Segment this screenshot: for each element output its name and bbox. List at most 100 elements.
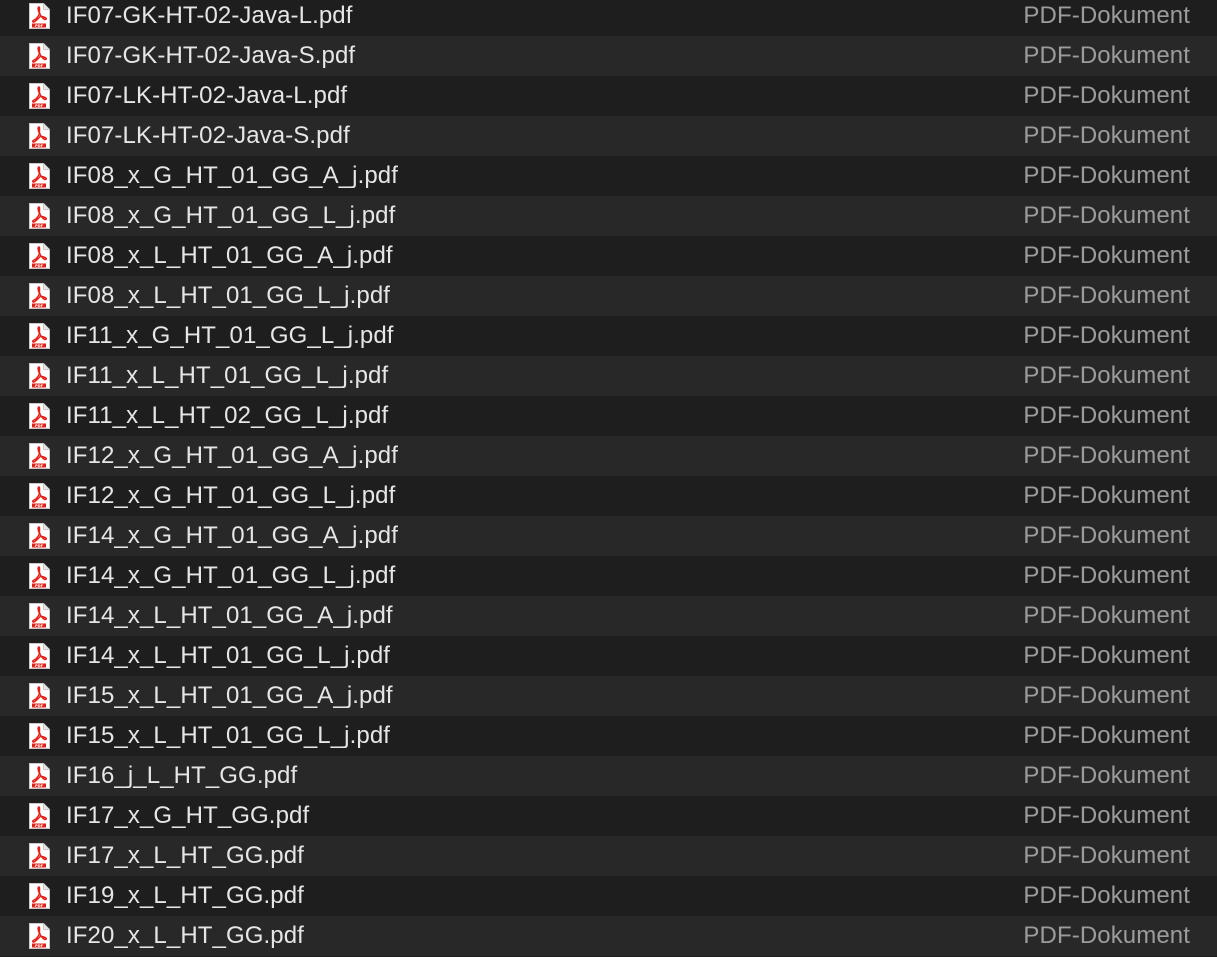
pdf-document-icon: PDF [28,763,51,789]
file-row[interactable]: PDF IF07-GK-HT-02-Java-L.pdf PDF-Dokumen… [0,0,1217,36]
file-row[interactable]: PDF IF19_x_L_HT_GG.pdf PDF-Dokument [0,876,1217,916]
svg-text:PDF: PDF [35,584,44,588]
pdf-document-icon: PDF [28,243,51,269]
svg-text:PDF: PDF [35,424,44,428]
pdf-document-icon: PDF [28,443,51,469]
file-name: IF14_x_L_HT_01_GG_L_j.pdf [66,642,391,669]
file-kind: PDF-Dokument [1023,602,1190,629]
svg-text:PDF: PDF [35,744,44,748]
file-name: IF17_x_L_HT_GG.pdf [66,842,304,869]
file-row[interactable]: PDF IF17_x_L_HT_GG.pdf PDF-Dokument [0,836,1217,876]
pdf-document-icon: PDF [28,323,51,349]
file-kind: PDF-Dokument [1023,642,1190,669]
file-row[interactable]: PDF IF08_x_G_HT_01_GG_L_j.pdf PDF-Dokume… [0,196,1217,236]
pdf-document-icon: PDF [28,603,51,629]
pdf-document-icon: PDF [28,363,51,389]
svg-text:PDF: PDF [35,504,44,508]
svg-text:PDF: PDF [35,344,44,348]
file-name: IF19_x_L_HT_GG.pdf [66,882,304,909]
file-row[interactable]: PDF IF15_x_L_HT_01_GG_L_j.pdf PDF-Dokume… [0,716,1217,756]
file-name: IF07-LK-HT-02-Java-S.pdf [66,122,350,149]
file-name: IF08_x_G_HT_01_GG_L_j.pdf [66,202,396,229]
file-name: IF20_x_L_HT_GG.pdf [66,922,304,949]
file-row[interactable]: PDF IF14_x_L_HT_01_GG_A_j.pdf PDF-Dokume… [0,596,1217,636]
svg-text:PDF: PDF [35,104,44,108]
file-name: IF15_x_L_HT_01_GG_L_j.pdf [66,722,391,749]
pdf-document-icon: PDF [28,563,51,589]
file-name: IF11_x_L_HT_01_GG_L_j.pdf [66,362,389,389]
svg-text:PDF: PDF [35,784,44,788]
file-row[interactable]: PDF IF11_x_L_HT_01_GG_L_j.pdf PDF-Dokume… [0,356,1217,396]
file-kind: PDF-Dokument [1023,162,1190,189]
file-kind: PDF-Dokument [1023,562,1190,589]
file-name: IF11_x_G_HT_01_GG_L_j.pdf [66,322,394,349]
file-name: IF07-LK-HT-02-Java-L.pdf [66,82,348,109]
file-kind: PDF-Dokument [1023,802,1190,829]
file-list: PDF IF07-GK-HT-02-Java-L.pdf PDF-Dokumen… [0,0,1217,956]
file-name: IF07-GK-HT-02-Java-L.pdf [66,2,353,29]
file-kind: PDF-Dokument [1023,442,1190,469]
file-row[interactable]: PDF IF07-LK-HT-02-Java-L.pdf PDF-Dokumen… [0,76,1217,116]
pdf-document-icon: PDF [28,523,51,549]
file-row[interactable]: PDF IF08_x_G_HT_01_GG_A_j.pdf PDF-Dokume… [0,156,1217,196]
pdf-document-icon: PDF [28,803,51,829]
file-row[interactable]: PDF IF14_x_L_HT_01_GG_L_j.pdf PDF-Dokume… [0,636,1217,676]
svg-text:PDF: PDF [35,544,44,548]
file-kind: PDF-Dokument [1023,882,1190,909]
svg-text:PDF: PDF [35,624,44,628]
file-kind: PDF-Dokument [1023,322,1190,349]
file-kind: PDF-Dokument [1023,722,1190,749]
file-name: IF14_x_G_HT_01_GG_A_j.pdf [66,522,399,549]
file-row[interactable]: PDF IF12_x_G_HT_01_GG_A_j.pdf PDF-Dokume… [0,436,1217,476]
file-name: IF08_x_G_HT_01_GG_A_j.pdf [66,162,399,189]
file-row[interactable]: PDF IF14_x_G_HT_01_GG_L_j.pdf PDF-Dokume… [0,556,1217,596]
pdf-document-icon: PDF [28,43,51,69]
svg-text:PDF: PDF [35,664,44,668]
file-kind: PDF-Dokument [1023,762,1190,789]
svg-text:PDF: PDF [35,824,44,828]
file-kind: PDF-Dokument [1023,362,1190,389]
file-row[interactable]: PDF IF11_x_G_HT_01_GG_L_j.pdf PDF-Dokume… [0,316,1217,356]
file-row[interactable]: PDF IF14_x_G_HT_01_GG_A_j.pdf PDF-Dokume… [0,516,1217,556]
file-name: IF08_x_L_HT_01_GG_A_j.pdf [66,242,393,269]
file-row[interactable]: PDF IF20_x_L_HT_GG.pdf PDF-Dokument [0,916,1217,956]
file-row[interactable]: PDF IF11_x_L_HT_02_GG_L_j.pdf PDF-Dokume… [0,396,1217,436]
pdf-document-icon: PDF [28,483,51,509]
file-kind: PDF-Dokument [1023,202,1190,229]
pdf-document-icon: PDF [28,883,51,909]
file-kind: PDF-Dokument [1023,522,1190,549]
file-row[interactable]: PDF IF12_x_G_HT_01_GG_L_j.pdf PDF-Dokume… [0,476,1217,516]
pdf-document-icon: PDF [28,843,51,869]
file-kind: PDF-Dokument [1023,122,1190,149]
file-row[interactable]: PDF IF08_x_L_HT_01_GG_A_j.pdf PDF-Dokume… [0,236,1217,276]
pdf-document-icon: PDF [28,403,51,429]
pdf-document-icon: PDF [28,923,51,949]
file-name: IF14_x_L_HT_01_GG_A_j.pdf [66,602,393,629]
svg-text:PDF: PDF [35,224,44,228]
file-row[interactable]: PDF IF17_x_G_HT_GG.pdf PDF-Dokument [0,796,1217,836]
file-row[interactable]: PDF IF07-LK-HT-02-Java-S.pdf PDF-Dokumen… [0,116,1217,156]
file-kind: PDF-Dokument [1023,2,1190,29]
file-row[interactable]: PDF IF16_j_L_HT_GG.pdf PDF-Dokument [0,756,1217,796]
pdf-document-icon: PDF [28,283,51,309]
file-name: IF12_x_G_HT_01_GG_L_j.pdf [66,482,396,509]
svg-text:PDF: PDF [35,304,44,308]
file-row[interactable]: PDF IF15_x_L_HT_01_GG_A_j.pdf PDF-Dokume… [0,676,1217,716]
file-row[interactable]: PDF IF08_x_L_HT_01_GG_L_j.pdf PDF-Dokume… [0,276,1217,316]
file-kind: PDF-Dokument [1023,42,1190,69]
file-kind: PDF-Dokument [1023,402,1190,429]
file-name: IF14_x_G_HT_01_GG_L_j.pdf [66,562,396,589]
file-name: IF15_x_L_HT_01_GG_A_j.pdf [66,682,393,709]
file-name: IF07-GK-HT-02-Java-S.pdf [66,42,356,69]
svg-text:PDF: PDF [35,144,44,148]
pdf-document-icon: PDF [28,643,51,669]
file-name: IF11_x_L_HT_02_GG_L_j.pdf [66,402,389,429]
pdf-document-icon: PDF [28,3,51,29]
svg-text:PDF: PDF [35,264,44,268]
file-kind: PDF-Dokument [1023,82,1190,109]
file-name: IF17_x_G_HT_GG.pdf [66,802,310,829]
pdf-document-icon: PDF [28,163,51,189]
file-row[interactable]: PDF IF07-GK-HT-02-Java-S.pdf PDF-Dokumen… [0,36,1217,76]
svg-text:PDF: PDF [35,464,44,468]
pdf-document-icon: PDF [28,203,51,229]
